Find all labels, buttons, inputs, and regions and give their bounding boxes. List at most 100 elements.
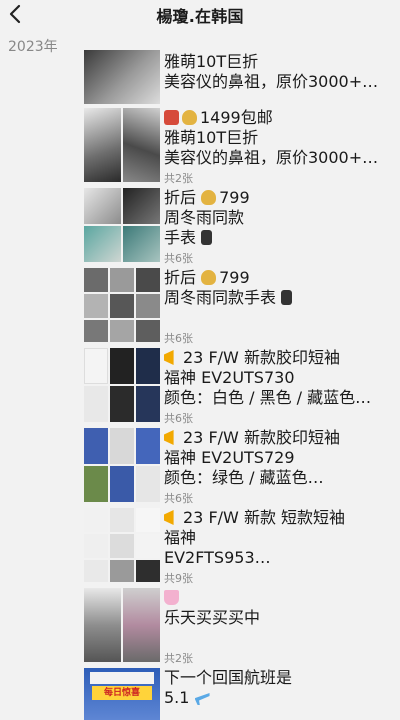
post-text-line: 折后 [164,268,197,287]
photo-count: 共9张 [164,572,193,585]
photo-grid[interactable] [84,428,160,502]
megaphone-emoji-icon [164,510,174,525]
photo-thumbnail[interactable] [84,428,108,464]
post-text: 23 F/W 新款胶印短袖 福神 EV2UTS730 颜色：白色 / 黑色 / … [164,348,388,408]
photo-count: 共2张 [164,652,193,665]
photo-thumbnail[interactable] [110,348,134,384]
photo-grid[interactable] [84,588,160,662]
photo-grid[interactable] [84,268,160,342]
post-text-line: 下一个回国航班是 [164,668,293,687]
post-text-line: 颜色：白色 / 黑色 / 藏蓝色… [164,388,372,407]
photo-thumbnail[interactable] [110,320,134,342]
photo-grid[interactable] [84,348,160,422]
moment-post[interactable]: 1499包邮 雅萌10T巨折 美容仪的鼻祖，原价3000+… 共2张 [84,108,392,185]
photo-thumbnail[interactable] [84,348,108,384]
photo-thumbnail[interactable] [136,428,160,464]
post-text-line: 福神 EV2UTS730 [164,368,295,387]
photo-count: 共6张 [164,332,193,345]
photo-count: 共6张 [164,492,193,505]
photo-thumbnail[interactable] [84,294,108,318]
photo-thumbnail[interactable] [84,466,108,502]
shopping-bags-emoji-icon [164,590,179,605]
post-text-line: 福神 EV2UTS729 [164,448,295,467]
photo-thumbnail[interactable] [136,508,160,532]
photo-thumbnail[interactable] [84,268,108,292]
post-text-line: 23 F/W 新款胶印短袖 [183,348,340,367]
post-text-line: 折后 [164,188,197,207]
photo-grid[interactable] [84,188,160,262]
post-text-line: 5.1 [164,688,190,707]
post-text-line: EV2FTS953… [164,548,271,567]
post-text-line: 雅萌10T巨折 [164,128,259,147]
post-text: 雅萌10T巨折 美容仪的鼻祖，原价3000+… [164,52,388,92]
top-nav-bar: 楊瓊.在韩国 [0,0,400,30]
photo-thumbnail[interactable] [123,188,160,224]
photo-thumbnail[interactable] [136,268,160,292]
photo-thumbnail[interactable]: 每日惊喜 [84,668,160,720]
moment-post[interactable]: 折后 799 周冬雨同款手表 共6张 [84,268,392,345]
photo-thumbnail[interactable] [110,508,134,532]
post-text-line: 23 F/W 新款 短款短袖 [183,508,346,527]
money-bag-emoji-icon [201,190,217,205]
photo-thumbnail[interactable] [136,348,160,384]
airplane-emoji-icon [194,693,210,705]
photo-thumbnail[interactable] [110,466,134,502]
photo-thumbnail[interactable] [136,294,160,318]
photo-thumbnail[interactable] [84,320,108,342]
photo-thumbnail[interactable] [110,386,134,422]
post-text: 23 F/W 新款胶印短袖 福神 EV2UTS729 颜色：绿色 / 藏蓝色… [164,428,388,488]
photo-thumbnail[interactable] [110,294,134,318]
photo-grid[interactable] [84,50,160,104]
photo-count: 共6张 [164,412,193,425]
moment-post[interactable]: 每日惊喜 下一个回国航班是 5.1 [84,668,392,720]
photo-thumbnail[interactable] [123,588,160,662]
photo-thumbnail[interactable] [84,226,121,262]
moment-post[interactable]: 乐天买买买中 共2张 [84,588,392,665]
photo-thumbnail[interactable] [110,560,134,582]
photo-thumbnail[interactable] [136,534,160,558]
post-text-line: 799 [219,188,250,207]
post-text-line: 23 F/W 新款胶印短袖 [183,428,340,447]
photo-thumbnail[interactable] [110,268,134,292]
photo-thumbnail[interactable] [110,534,134,558]
moment-post[interactable]: 23 F/W 新款胶印短袖 福神 EV2UTS729 颜色：绿色 / 藏蓝色… … [84,428,392,505]
photo-grid[interactable] [84,108,160,182]
watch-emoji-icon [281,290,293,305]
photo-thumbnail[interactable] [84,386,108,422]
post-text-line: 福神 [164,528,197,547]
photo-thumbnail[interactable] [84,560,108,582]
photo-thumbnail[interactable] [84,588,121,662]
post-text-line: 1499包邮 [200,108,273,127]
photo-thumbnail[interactable] [110,428,134,464]
megaphone-emoji-icon [164,350,174,365]
post-text-line: 颜色：绿色 / 藏蓝色… [164,468,324,487]
photo-grid[interactable] [84,508,160,582]
photo-thumbnail[interactable] [136,386,160,422]
photo-thumbnail[interactable] [136,560,160,582]
post-text: 下一个回国航班是 5.1 [164,668,388,708]
moment-post[interactable]: 23 F/W 新款 短款短袖 福神 EV2FTS953… 共9张 [84,508,392,585]
post-text-line: 手表 [164,228,197,247]
post-text-line: 美容仪的鼻祖，原价3000+… [164,148,379,167]
red-square-emoji-icon [164,110,179,125]
moment-post[interactable]: 折后 799 周冬雨同款 手表 共6张 [84,188,392,265]
post-text: 折后 799 周冬雨同款 手表 [164,188,388,248]
photo-thumbnail[interactable] [136,466,160,502]
year-label: 2023年 [8,39,58,55]
moment-post[interactable]: 23 F/W 新款胶印短袖 福神 EV2UTS730 颜色：白色 / 黑色 / … [84,348,392,425]
photo-thumbnail[interactable] [84,50,160,104]
photo-thumbnail[interactable] [123,226,160,262]
post-text-line: 美容仪的鼻祖，原价3000+… [164,72,379,91]
post-text-line: 乐天买买买中 [164,608,261,627]
page-title: 楊瓊.在韩国 [156,7,244,26]
photo-thumbnail[interactable] [84,188,121,224]
post-text: 折后 799 周冬雨同款手表 [164,268,388,308]
post-text-line: 799 [219,268,250,287]
photo-thumbnail[interactable] [84,108,121,182]
photo-count: 共2张 [164,172,193,185]
moment-post[interactable]: 雅萌10T巨折 美容仪的鼻祖，原价3000+… [84,50,392,106]
photo-thumbnail[interactable] [84,534,108,558]
photo-thumbnail[interactable] [136,320,160,342]
photo-thumbnail[interactable] [84,508,108,532]
photo-thumbnail[interactable] [123,108,160,182]
